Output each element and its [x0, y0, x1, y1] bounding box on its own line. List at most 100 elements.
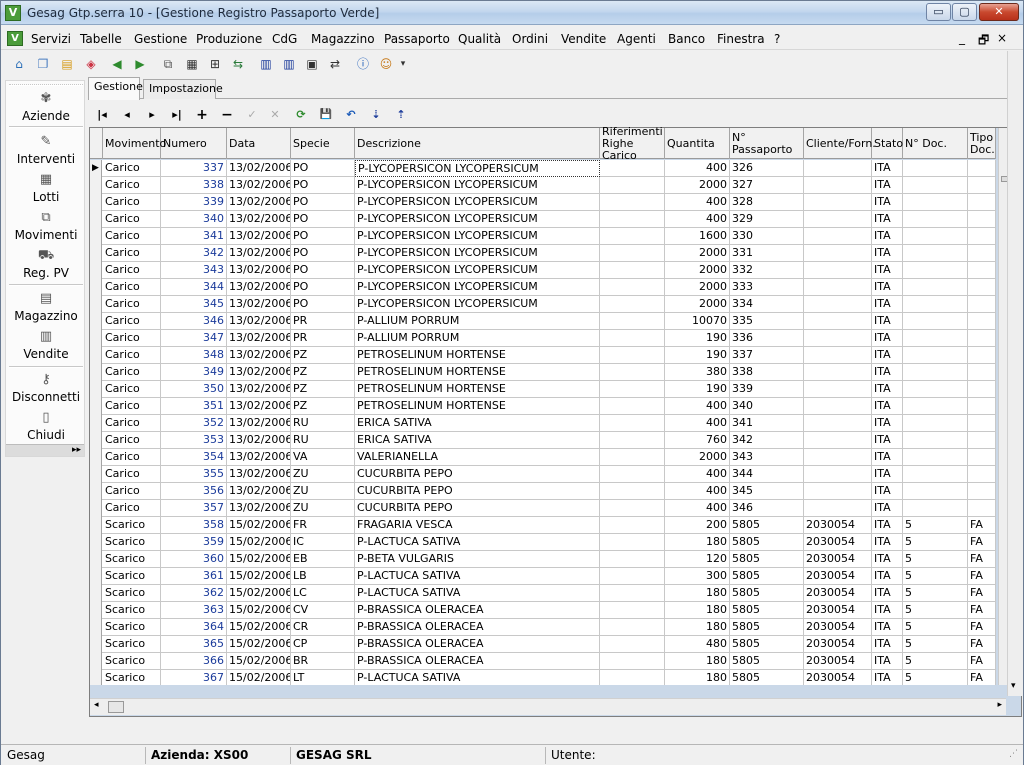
cell-cliente[interactable] [804, 415, 872, 432]
col-header-n-doc[interactable]: N° Doc. [903, 128, 968, 159]
cell-cliente[interactable] [804, 296, 872, 313]
cell-data[interactable]: 13/02/2006 [227, 381, 291, 398]
col-header-passaporto[interactable]: N° Passaporto [730, 128, 804, 159]
cell-specie[interactable]: PO [291, 296, 355, 313]
cell-descrizione[interactable]: P-BRASSICA OLERACEA [355, 602, 600, 619]
cell-passaporto[interactable]: 341 [730, 415, 804, 432]
users-icon[interactable]: ☺ [376, 54, 396, 74]
cell-stato[interactable]: ITA [872, 568, 903, 585]
cell-numero[interactable]: 358 [161, 517, 227, 534]
cell-quantita[interactable]: 180 [665, 585, 730, 602]
cell-specie[interactable]: PO [291, 194, 355, 211]
cell-passaporto[interactable]: 335 [730, 313, 804, 330]
menu-help[interactable]: ? [774, 32, 780, 46]
cell-numero[interactable]: 346 [161, 313, 227, 330]
cell-numero[interactable]: 362 [161, 585, 227, 602]
cell-quantita[interactable]: 180 [665, 653, 730, 670]
cell-movimento[interactable]: Carico [103, 262, 161, 279]
cell-n-doc[interactable]: 5 [903, 670, 968, 685]
cell-passaporto[interactable]: 5805 [730, 517, 804, 534]
cell-data[interactable]: 15/02/2006 [227, 534, 291, 551]
cell-quantita[interactable]: 1600 [665, 228, 730, 245]
cell-tipo-doc[interactable]: FA [968, 636, 996, 653]
cell-movimento[interactable]: Carico [103, 432, 161, 449]
row-indicator[interactable] [90, 466, 102, 483]
cell-tipo-doc[interactable] [968, 449, 996, 466]
cell-cliente[interactable]: 2030054 [804, 636, 872, 653]
scroll-thumb[interactable] [108, 701, 124, 713]
cell-riferimenti[interactable] [600, 568, 665, 585]
cell-specie[interactable]: RU [291, 432, 355, 449]
cell-stato[interactable]: ITA [872, 432, 903, 449]
cell-n-doc[interactable]: 5 [903, 517, 968, 534]
sidebar-item-movimenti[interactable]: ⧉ Movimenti [6, 210, 86, 242]
cell-numero[interactable]: 351 [161, 398, 227, 415]
cell-data[interactable]: 15/02/2006 [227, 636, 291, 653]
cell-data[interactable]: 15/02/2006 [227, 602, 291, 619]
cell-specie[interactable]: PO [291, 245, 355, 262]
cell-movimento[interactable]: Carico [103, 228, 161, 245]
cell-stato[interactable]: ITA [872, 670, 903, 685]
cell-descrizione[interactable]: VALERIANELLA [355, 449, 600, 466]
cell-stato[interactable]: ITA [872, 415, 903, 432]
cell-riferimenti[interactable] [600, 211, 665, 228]
cell-specie[interactable]: PO [291, 279, 355, 296]
table-row[interactable]: Carico 338 13/02/2006 PO P-LYCOPERSICON LYCO… [90, 177, 996, 194]
cell-data[interactable]: 15/02/2006 [227, 517, 291, 534]
cell-movimento[interactable]: Scarico [103, 517, 161, 534]
menu-finestra[interactable]: Finestra [717, 32, 765, 46]
cell-passaporto[interactable]: 5805 [730, 619, 804, 636]
cell-data[interactable]: 15/02/2006 [227, 568, 291, 585]
cell-passaporto[interactable]: 346 [730, 500, 804, 517]
cell-cliente[interactable]: 2030054 [804, 670, 872, 685]
cell-descrizione[interactable]: P-LYCOPERSICON LYCOPERSICUM [355, 194, 600, 211]
title-bar[interactable]: V Gesag Gtp.serra 10 - [Gestione Registr… [1, 1, 1023, 25]
cell-cliente[interactable] [804, 194, 872, 211]
table-row[interactable]: Carico 356 13/02/2006 ZU CUCURBITA PEPO 400 34… [90, 483, 996, 500]
cell-riferimenti[interactable] [600, 177, 665, 194]
cell-stato[interactable]: ITA [872, 398, 903, 415]
cell-numero[interactable]: 352 [161, 415, 227, 432]
cell-numero[interactable]: 343 [161, 262, 227, 279]
cell-tipo-doc[interactable] [968, 347, 996, 364]
cell-riferimenti[interactable] [600, 585, 665, 602]
last-record-icon[interactable]: ▸| [168, 106, 186, 124]
cell-tipo-doc[interactable] [968, 466, 996, 483]
cell-descrizione[interactable]: P-LACTUCA SATIVA [355, 568, 600, 585]
cell-cliente[interactable] [804, 245, 872, 262]
tab-impostazione[interactable]: Impostazione [143, 79, 223, 99]
table-row[interactable]: Carico 349 13/02/2006 PZ PETROSELINUM HORTEN… [90, 364, 996, 381]
cell-passaporto[interactable]: 344 [730, 466, 804, 483]
table-row[interactable]: Carico 357 13/02/2006 ZU CUCURBITA PEPO 400 34… [90, 500, 996, 517]
cell-movimento[interactable]: Scarico [103, 534, 161, 551]
cell-data[interactable]: 13/02/2006 [227, 313, 291, 330]
cell-descrizione[interactable]: P-LACTUCA SATIVA [355, 670, 600, 685]
cell-stato[interactable]: ITA [872, 636, 903, 653]
cell-riferimenti[interactable] [600, 670, 665, 685]
cell-descrizione[interactable]: P-LYCOPERSICON LYCOPERSICUM [355, 279, 600, 296]
cell-specie[interactable]: PZ [291, 364, 355, 381]
cell-tipo-doc[interactable] [968, 160, 996, 177]
row-indicator[interactable] [90, 245, 102, 262]
cell-cliente[interactable]: 2030054 [804, 517, 872, 534]
cell-n-doc[interactable] [903, 160, 968, 177]
cell-passaporto[interactable]: 332 [730, 262, 804, 279]
cell-quantita[interactable]: 400 [665, 398, 730, 415]
sidebar-item-disconnetti[interactable]: ⚷ Disconnetti [6, 372, 86, 404]
cell-n-doc[interactable] [903, 364, 968, 381]
cell-stato[interactable]: ITA [872, 262, 903, 279]
col-header-tipo-doc[interactable]: Tipo Doc. [968, 128, 996, 159]
cell-tipo-doc[interactable] [968, 330, 996, 347]
row-indicator[interactable] [90, 449, 102, 466]
cell-tipo-doc[interactable]: FA [968, 602, 996, 619]
app-menu-icon[interactable]: V [7, 31, 23, 46]
cell-specie[interactable]: PO [291, 228, 355, 245]
table-row[interactable]: Scarico 364 15/02/2006 CR P-BRASSICA OLERACE… [90, 619, 996, 636]
cell-descrizione[interactable]: P-LYCOPERSICON LYCOPERSICUM [355, 211, 600, 228]
cell-tipo-doc[interactable] [968, 177, 996, 194]
cell-n-doc[interactable] [903, 432, 968, 449]
cell-cliente[interactable] [804, 313, 872, 330]
cell-movimento[interactable]: Scarico [103, 551, 161, 568]
cell-n-doc[interactable] [903, 500, 968, 517]
cell-movimento[interactable]: Scarico [103, 653, 161, 670]
